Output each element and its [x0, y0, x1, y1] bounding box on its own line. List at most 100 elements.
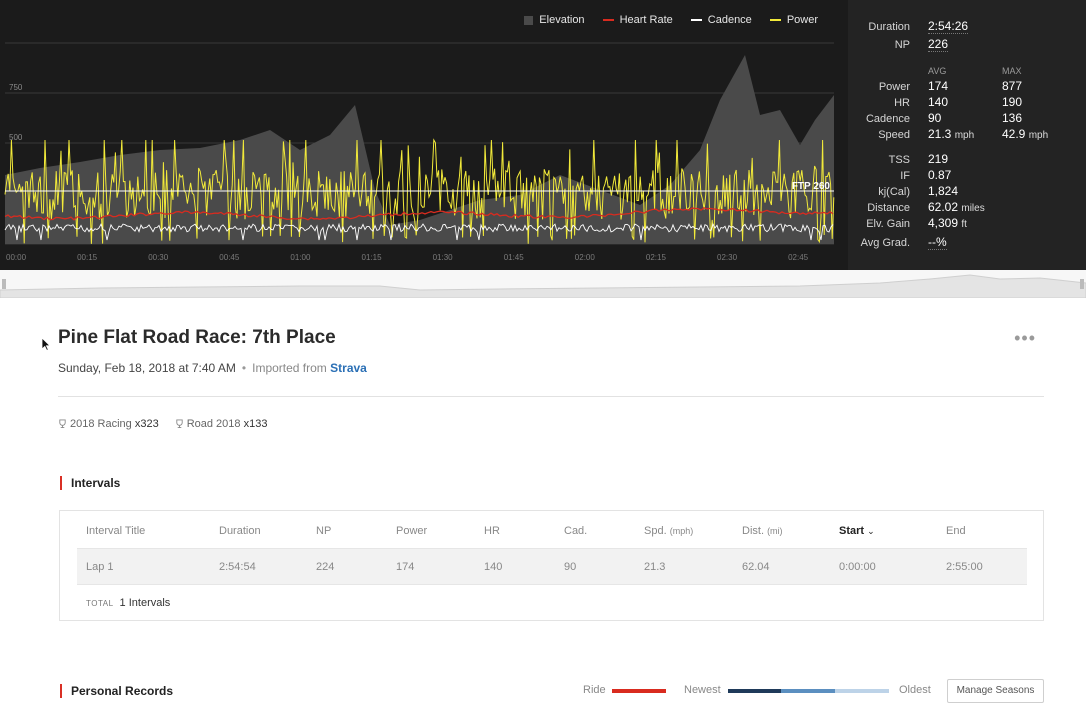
cell-power: 174	[396, 561, 415, 573]
y-tick-label: 750	[9, 83, 23, 92]
activity-title: Pine Flat Road Race: 7th Place	[58, 327, 336, 348]
stats-panel: Duration 2:54:26 NP 226 AVG MAX Power 17…	[848, 0, 1086, 270]
season-bar-newest	[728, 689, 781, 693]
power-max: 877	[1002, 79, 1023, 93]
range-handle-left[interactable]	[2, 279, 6, 289]
trophy-icon	[59, 419, 66, 428]
legend-cadence[interactable]: Cadence	[690, 14, 752, 26]
table-row[interactable]: Lap 1 2:54:54 224 174 140 90 21.3 62.04 …	[77, 548, 1027, 585]
col-start[interactable]: Start ⌄	[839, 525, 875, 537]
col-distance[interactable]: Dist. (mi)	[742, 525, 783, 537]
x-tick-label: 02:45	[788, 253, 809, 262]
speed-avg-value: 21.3	[928, 127, 952, 141]
intervals-total: TOTAL 1 Intervals	[86, 597, 170, 609]
speed-max: 42.9 mph	[1002, 127, 1048, 141]
np-label: NP	[894, 39, 910, 51]
legend-power[interactable]: Power	[769, 14, 818, 26]
imported-label: Imported from	[252, 361, 327, 375]
manage-seasons-button[interactable]: Manage Seasons	[947, 679, 1044, 703]
x-axis-ticks: 00:00 00:15 00:30 00:45 01:00 01:15 01:30 01:45…	[6, 253, 809, 262]
workout-chart[interactable]: FTP 260 750 500 00:00 00:15 00:30 00:45 01:0…	[0, 0, 848, 270]
separator-dot: •	[241, 361, 247, 375]
more-options-icon[interactable]: •••	[1014, 328, 1036, 349]
avg-grade-value: --%	[928, 235, 947, 250]
duration-value: 2:54:26	[928, 19, 969, 34]
overview-elevation-svg	[0, 274, 1086, 299]
col-distance-unit: (mi)	[767, 526, 783, 536]
range-handle-right[interactable]	[1080, 279, 1084, 289]
col-speed[interactable]: Spd. (mph)	[644, 525, 693, 537]
activity-subtitle: Sunday, Feb 18, 2018 at 7:40 AM • Imported…	[58, 361, 367, 375]
x-tick-label: 01:00	[290, 253, 311, 262]
col-hr[interactable]: HR	[484, 525, 500, 537]
power-label: Power	[878, 81, 910, 93]
cell-distance: 62.04	[742, 561, 770, 573]
workout-chart-svg[interactable]: FTP 260 750 500 00:00 00:15 00:30 00:45 01:0…	[0, 0, 848, 270]
activity-date: Sunday, Feb 18, 2018 at 7:40 AM	[58, 361, 236, 375]
cadence-avg: 90	[928, 111, 942, 125]
chart-legend: Elevation Heart Rate Cadence Power	[524, 14, 818, 26]
cadence-swatch	[690, 19, 702, 21]
speed-unit: mph	[954, 130, 975, 141]
cell-hr: 140	[484, 561, 503, 573]
legend-elevation[interactable]: Elevation	[524, 14, 585, 26]
oldest-label: Oldest	[899, 684, 931, 696]
cell-start: 0:00:00	[839, 561, 876, 573]
intervals-table: Interval Title Duration NP Power HR Cad.…	[59, 510, 1044, 621]
x-tick-label: 00:15	[77, 253, 98, 262]
ftp-label: FTP 260	[792, 181, 831, 192]
x-tick-label: 01:15	[362, 253, 383, 262]
tag-road-2018[interactable]: Road 2018 x133	[175, 418, 268, 430]
tss-label: TSS	[888, 154, 910, 166]
col-power[interactable]: Power	[396, 525, 427, 537]
elevation-gain-number: 4,309	[928, 216, 959, 230]
tag-list: 2018 Racing x323 Road 2018 x133	[58, 418, 267, 430]
chevron-down-icon: ⌄	[867, 526, 875, 536]
distance-value: 62.02 miles	[928, 200, 985, 214]
ride-legend-label: Ride	[583, 684, 606, 696]
power-swatch	[769, 19, 781, 21]
tag-count: x133	[243, 418, 268, 430]
x-tick-label: 02:15	[646, 253, 667, 262]
cell-duration: 2:54:54	[219, 561, 256, 573]
total-label: TOTAL	[86, 599, 114, 608]
col-interval-title[interactable]: Interval Title	[86, 525, 145, 537]
y-tick-label: 500	[9, 133, 23, 142]
total-value: 1 Intervals	[119, 597, 171, 609]
distance-label: Distance	[867, 202, 910, 214]
x-tick-label: 02:30	[717, 253, 738, 262]
chart-range-selector[interactable]	[0, 270, 1086, 299]
speed-label: Speed	[878, 129, 910, 141]
col-cadence[interactable]: Cad.	[564, 525, 587, 537]
col-distance-label: Dist.	[742, 525, 764, 537]
legend-heart-rate[interactable]: Heart Rate	[602, 14, 673, 26]
col-duration[interactable]: Duration	[219, 525, 261, 537]
hr-label: HR	[894, 97, 910, 109]
elevation-gain-unit: ft	[961, 219, 967, 230]
avg-column-header: AVG	[928, 66, 947, 76]
distance-unit: miles	[961, 203, 985, 214]
ride-legend-bar	[612, 689, 666, 693]
newest-label: Newest	[684, 684, 721, 696]
cell-np: 224	[316, 561, 335, 573]
tag-2018-racing[interactable]: 2018 Racing x323	[58, 418, 159, 430]
kj-value: 1,824	[928, 184, 959, 198]
personal-records-heading: Personal Records	[60, 684, 173, 698]
col-end[interactable]: End	[946, 525, 966, 537]
elevation-gain-label: Elv. Gain	[866, 218, 910, 230]
strava-link[interactable]: Strava	[330, 361, 367, 375]
np-value: 226	[928, 37, 949, 52]
col-np[interactable]: NP	[316, 525, 331, 537]
col-speed-unit: (mph)	[669, 526, 694, 536]
heart-rate-swatch	[602, 19, 614, 21]
power-avg: 174	[928, 79, 949, 93]
tag-name: Road 2018	[186, 418, 241, 430]
legend-label: Elevation	[539, 14, 585, 26]
elevation-gain-value: 4,309 ft	[928, 216, 967, 230]
x-tick-label: 00:30	[148, 253, 169, 262]
duration-label: Duration	[868, 21, 910, 33]
x-tick-label: 01:30	[433, 253, 454, 262]
tss-value: 219	[928, 152, 949, 166]
overview-elevation-area	[0, 274, 1086, 299]
x-tick-label: 01:45	[504, 253, 525, 262]
